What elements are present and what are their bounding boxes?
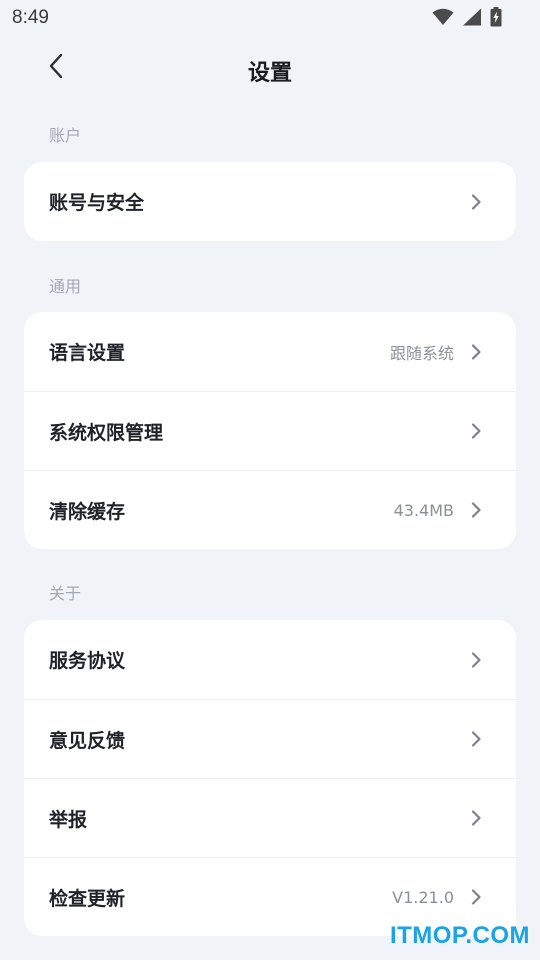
status-time: 8:49: [12, 7, 49, 28]
settings-card-account: 账号与安全: [24, 162, 516, 241]
row-clear-cache[interactable]: 清除缓存 43.4MB: [24, 470, 516, 549]
chevron-right-icon: [470, 730, 484, 748]
chevron-right-icon: [470, 888, 484, 906]
row-value: 跟随系统: [389, 343, 454, 363]
row-label: 服务协议: [49, 650, 126, 672]
page-title: 设置: [247, 61, 292, 86]
chevron-right-icon: [470, 501, 484, 519]
row-report[interactable]: 举报: [24, 778, 516, 857]
section-label-general: 通用: [49, 277, 82, 296]
signal-icon: [462, 8, 482, 30]
row-feedback[interactable]: 意见反馈: [24, 699, 516, 778]
status-icons: [432, 7, 502, 31]
row-label: 举报: [49, 808, 88, 831]
row-label: 意见反馈: [49, 729, 126, 752]
row-label: 检查更新: [49, 887, 126, 910]
status-bar: 8:49: [0, 0, 540, 36]
row-label: 清除缓存: [49, 500, 126, 523]
row-service-agreement[interactable]: 服务协议: [24, 620, 516, 699]
chevron-right-icon: [470, 422, 484, 440]
settings-card-general: 语言设置 跟随系统 系统权限管理 清除缓存 43.4MB: [24, 312, 516, 549]
chevron-right-icon: [470, 809, 484, 827]
row-label: 账号与安全: [49, 192, 145, 214]
watermark: ITMOP.COM: [389, 922, 530, 949]
settings-card-about: 服务协议 意见反馈 举报 检查更新 V1.21.0: [24, 620, 516, 936]
battery-charging-icon: [490, 7, 502, 31]
chevron-right-icon: [470, 193, 484, 211]
row-language-settings[interactable]: 语言设置 跟随系统: [24, 312, 516, 391]
header: 设置: [0, 44, 540, 96]
row-account-security[interactable]: 账号与安全: [24, 162, 516, 241]
chevron-right-icon: [470, 343, 484, 361]
section-label-about: 关于: [49, 584, 82, 603]
section-label-account: 账户: [49, 126, 82, 145]
wifi-icon: [432, 8, 454, 30]
row-value: V1.21.0: [392, 887, 454, 907]
row-label: 语言设置: [49, 342, 126, 364]
row-label: 系统权限管理: [49, 421, 164, 444]
row-system-permissions[interactable]: 系统权限管理: [24, 391, 516, 470]
row-value: 43.4MB: [393, 500, 454, 520]
chevron-right-icon: [470, 651, 484, 669]
